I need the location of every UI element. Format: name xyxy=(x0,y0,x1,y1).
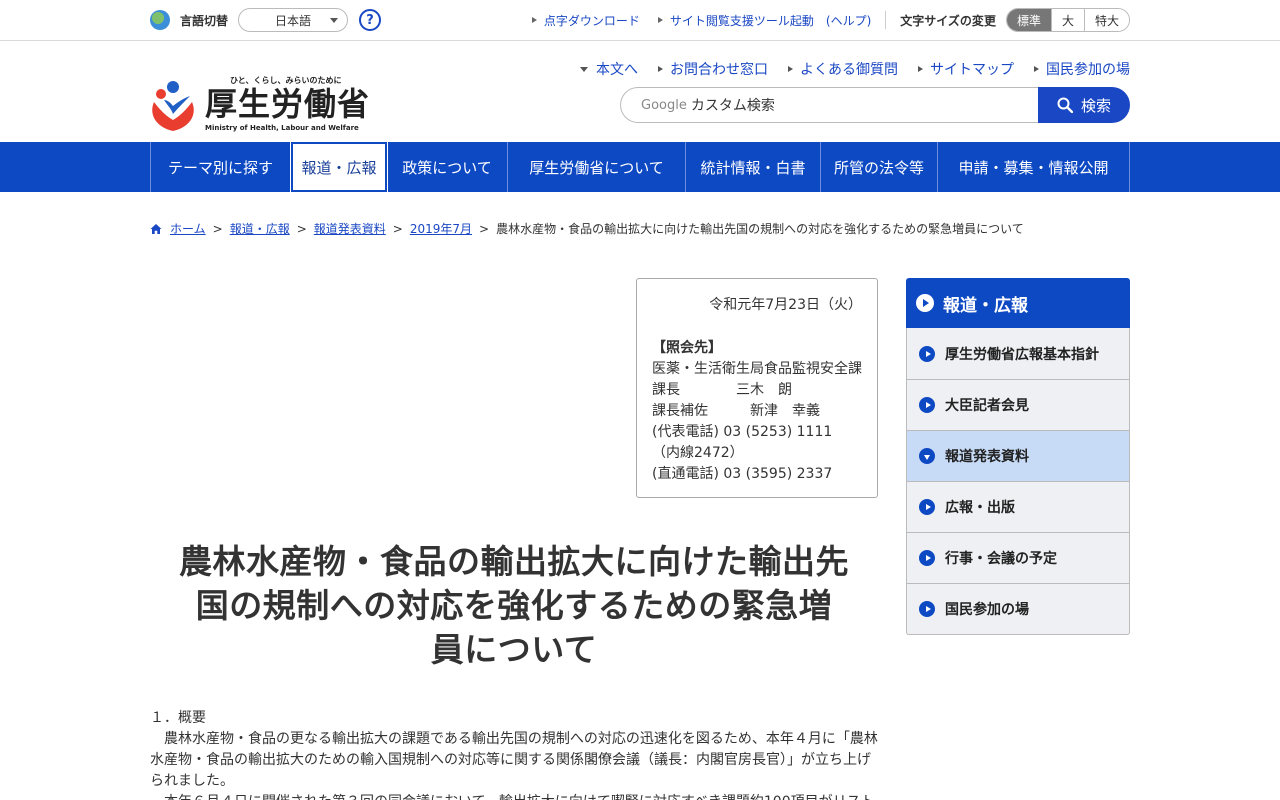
release-date: 令和元年7月23日（火） xyxy=(709,297,862,313)
font-size-standard-button[interactable]: 標準 xyxy=(1006,9,1051,31)
sitemap-link[interactable]: サイトマップ xyxy=(918,59,1014,79)
braille-download-link[interactable]: 点字ダウンロード xyxy=(531,12,640,29)
page-title-line: 国の規制への対応を強化するための緊急増 xyxy=(195,586,833,625)
arrow-circle-icon xyxy=(919,345,935,362)
globe-icon xyxy=(150,10,170,30)
breadcrumb-separator: > xyxy=(479,221,490,236)
utility-bar: 言語切替 日本語 ? 点字ダウンロード サイト閲覧支援ツール起動 (ヘルプ) 文字… xyxy=(0,0,1280,41)
chevron-down-icon xyxy=(330,18,339,23)
breadcrumb-month[interactable]: 2019年7月 xyxy=(410,220,472,237)
arrow-down-icon xyxy=(580,66,588,72)
paragraph-line: 本年６月４日に開催された第３回の同会議において、輸出拡大に向けて喫緊に対応すべき… xyxy=(150,792,880,800)
paragraph-line: 農林水産物・食品の更なる輸出拡大の課題である輸出先国の規制への対応の迅速化を図る… xyxy=(150,731,878,747)
help-icon[interactable]: ? xyxy=(359,9,382,31)
page-title-line: 農林水産物・食品の輸出拡大に向けた輸出先 xyxy=(179,542,849,581)
global-nav: テーマ別に探す 報道・広報 政策について 厚生労働省について 統計情報・白書 所… xyxy=(0,141,1280,193)
accessibility-help-link[interactable]: (ヘルプ) xyxy=(826,12,871,29)
contact-box: 令和元年7月23日（火） 【照会先】 医薬・生活衛生局食品監視安全課 課長 三木… xyxy=(636,278,878,498)
breadcrumb-separator: > xyxy=(392,221,403,236)
gnav-about[interactable]: 厚生労働省について xyxy=(508,142,686,192)
breadcrumb-press[interactable]: 報道・広報 xyxy=(230,220,290,237)
side-nav-heading[interactable]: 報道・広報 xyxy=(906,278,1130,328)
side-nav-item-pr-policy[interactable]: 厚生労働省広報基本指針 xyxy=(907,328,1129,379)
arrow-down-circle-icon xyxy=(919,448,935,464)
language-select[interactable]: 日本語 xyxy=(238,8,349,32)
divider xyxy=(885,11,887,29)
page-title-line: 員について xyxy=(430,630,598,669)
site-header: ひと、くらし、みらいのために 厚生労働省 Ministry of Health,… xyxy=(0,41,1280,142)
arrow-right-icon xyxy=(788,66,793,72)
side-nav-item-press-conference[interactable]: 大臣記者会見 xyxy=(907,379,1129,430)
paragraph-line: 水産物・食品の輸出拡大のための輸入国規制への対応等に関する関係閣僚会議（議長：内… xyxy=(150,752,871,768)
gnav-statistics[interactable]: 統計情報・白書 xyxy=(686,142,821,192)
gnav-policy[interactable]: 政策について xyxy=(387,142,508,192)
gnav-themes[interactable]: テーマ別に探す xyxy=(151,142,291,192)
search-button[interactable]: 検索 xyxy=(1038,87,1130,123)
breadcrumb: ホーム > 報道・広報 > 報道発表資料 > 2019年7月 > 農林水産物・食… xyxy=(150,220,1024,237)
arrow-circle-icon xyxy=(919,601,935,617)
arrow-circle-icon xyxy=(919,499,935,515)
contact-line: (直通電話) 03 (3595) 2337 xyxy=(652,466,833,482)
logo-english-name: Ministry of Health, Labour and Welfare xyxy=(205,124,359,132)
skip-to-content-link[interactable]: 本文へ xyxy=(580,59,638,79)
breadcrumb-separator: > xyxy=(296,221,307,236)
contact-link[interactable]: お問合わせ窓口 xyxy=(658,59,768,79)
contact-line: 医薬・生活衛生局食品監視安全課 xyxy=(652,361,862,377)
arrow-circle-icon xyxy=(919,550,935,566)
google-label: Google xyxy=(641,97,687,113)
font-size-xlarge-button[interactable]: 特大 xyxy=(1083,9,1129,31)
breadcrumb-current: 農林水産物・食品の輸出拡大に向けた輸出先国の規制への対応を強化するための緊急増員… xyxy=(496,222,1024,236)
font-size-switcher: 標準 大 特大 xyxy=(1005,8,1130,32)
contact-line: 課長 三木 朗 xyxy=(652,382,792,398)
page-title: 農林水産物・食品の輸出拡大に向けた輸出先 国の規制への対応を強化するための緊急増… xyxy=(150,540,878,672)
search-form: Google カスタム検索 検索 xyxy=(620,87,1130,124)
header-links: 本文へ お問合わせ窓口 よくある御質問 サイトマップ 国民参加の場 xyxy=(560,59,1130,79)
paragraph-line: られました。 xyxy=(150,773,234,789)
gnav-press[interactable]: 報道・広報 xyxy=(290,141,388,193)
arrow-right-icon xyxy=(918,66,923,72)
search-icon xyxy=(1057,97,1073,113)
contact-line: （内線2472） xyxy=(652,445,744,461)
contact-line: 課長補佐 新津 幸義 xyxy=(652,403,820,419)
breadcrumb-separator: > xyxy=(212,221,223,236)
home-icon xyxy=(150,223,162,234)
site-logo[interactable]: ひと、くらし、みらいのために 厚生労働省 Ministry of Health,… xyxy=(150,75,369,135)
gnav-laws[interactable]: 所管の法令等 xyxy=(821,142,938,192)
participation-link[interactable]: 国民参加の場 xyxy=(1034,59,1130,79)
contact-line: (代表電話) 03 (5253) 1111 xyxy=(652,424,833,440)
side-nav-item-press-releases[interactable]: 報道発表資料 xyxy=(907,430,1129,481)
font-size-label: 文字サイズの変更 xyxy=(900,13,996,28)
arrow-right-icon xyxy=(1034,66,1039,72)
section-heading: １．概要 xyxy=(150,710,206,726)
search-input[interactable]: Google カスタム検索 xyxy=(620,87,1038,123)
arrow-circle-icon xyxy=(916,294,934,312)
mhlw-logo-icon xyxy=(152,81,194,131)
side-nav-item-publications[interactable]: 広報・出版 xyxy=(907,481,1129,532)
arrow-circle-icon xyxy=(919,397,935,413)
faq-link[interactable]: よくある御質問 xyxy=(788,59,898,79)
gnav-applications[interactable]: 申請・募集・情報公開 xyxy=(938,142,1130,192)
language-label: 言語切替 xyxy=(180,13,229,28)
language-select-value: 日本語 xyxy=(275,13,312,28)
arrow-right-icon xyxy=(531,17,537,23)
side-nav: 報道・広報 厚生労働省広報基本指針 大臣記者会見 報道発表資料 広報・出版 行事… xyxy=(906,278,1130,635)
font-size-large-button[interactable]: 大 xyxy=(1050,9,1084,31)
arrow-right-icon xyxy=(657,17,663,23)
side-nav-item-participation[interactable]: 国民参加の場 xyxy=(907,583,1129,634)
article-body: １．概要 農林水産物・食品の更なる輸出拡大の課題である輸出先国の規制への対応の迅… xyxy=(150,708,880,800)
contact-title: 【照会先】 xyxy=(652,340,722,356)
breadcrumb-home[interactable]: ホーム xyxy=(170,220,206,237)
search-placeholder: カスタム検索 xyxy=(690,98,775,114)
arrow-right-icon xyxy=(658,66,663,72)
logo-title: 厚生労働省 xyxy=(205,85,371,123)
accessibility-tool-link[interactable]: サイト閲覧支援ツール起動 (ヘルプ) xyxy=(657,12,871,29)
side-nav-item-events[interactable]: 行事・会議の予定 xyxy=(907,532,1129,583)
breadcrumb-press-releases[interactable]: 報道発表資料 xyxy=(314,220,386,237)
